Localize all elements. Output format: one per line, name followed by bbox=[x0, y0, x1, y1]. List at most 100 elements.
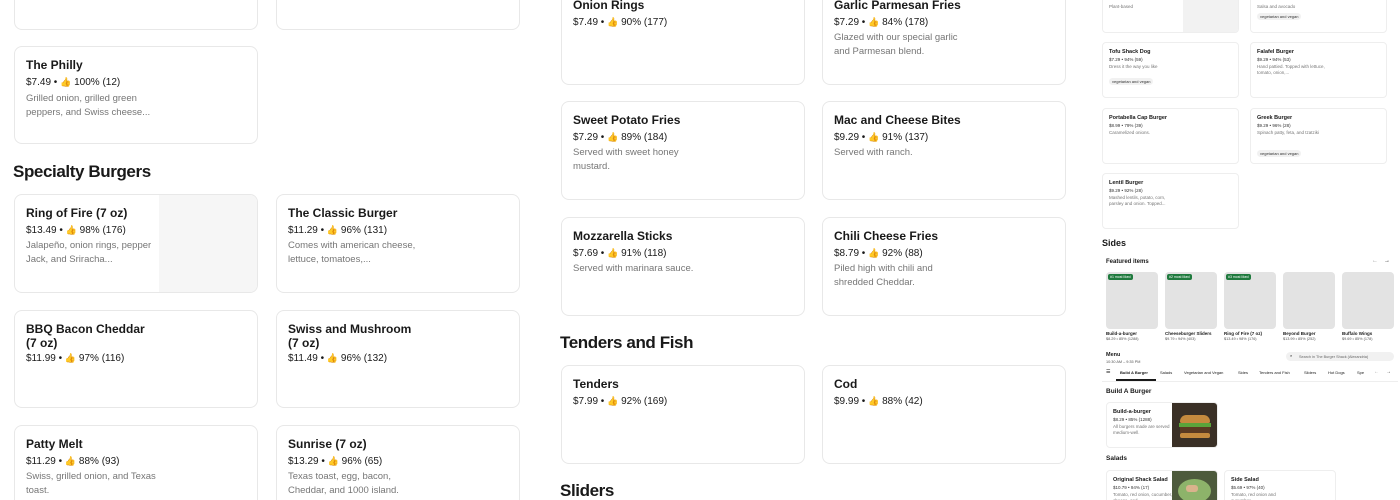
item-meta: $11.99 • 👍 97% (116) bbox=[26, 353, 125, 364]
menu-item-card[interactable]: Onion Rings $7.49 • 👍 90% (177) bbox=[561, 0, 805, 85]
mini-item-title: Tofu Shack Dog bbox=[1109, 49, 1151, 55]
search-icon: ⌕ bbox=[1290, 353, 1293, 358]
featured-item-image[interactable] bbox=[1342, 272, 1394, 329]
featured-item-image[interactable] bbox=[1283, 272, 1335, 329]
mini-item-desc: Plant-based bbox=[1109, 4, 1134, 9]
item-title: Garlic Parmesan Fries bbox=[834, 0, 961, 12]
diet-badge: vegetarian and vegan bbox=[1109, 78, 1154, 85]
item-meta: $13.49 • 👍 98% (176) bbox=[26, 225, 126, 236]
featured-item-image[interactable]: #2 most liked bbox=[1165, 272, 1217, 329]
featured-item-image[interactable]: #1 most liked bbox=[1106, 272, 1158, 329]
mini-item-meta: $7.29 • 94% (59) bbox=[1109, 57, 1143, 62]
item-meta: $7.69 • 👍 91% (118) bbox=[573, 248, 667, 259]
item-desc: Grilled onion, grilled green peppers, an… bbox=[26, 93, 151, 118]
mini-item-card[interactable]: Tofu Shack Dog $7.29 • 94% (59) Dress it… bbox=[1102, 42, 1239, 98]
item-title: Onion Rings bbox=[573, 0, 645, 12]
featured-item-meta: $8.29 • 85% (1288) bbox=[1106, 337, 1139, 341]
mini-item-title: Falafel Burger bbox=[1257, 49, 1294, 55]
mini-item-card[interactable]: Side Salad $5.69 • 97% (40) Tomato, red … bbox=[1224, 470, 1336, 500]
thumbs-up-icon: 👍 bbox=[868, 132, 880, 142]
item-title: Tenders bbox=[573, 377, 619, 391]
menu-item-card[interactable]: Mozzarella Sticks $7.69 • 👍 91% (118) Se… bbox=[561, 217, 805, 316]
menu-item-card[interactable]: Tenders $7.99 • 👍 92% (169) bbox=[561, 365, 805, 464]
tab-specials[interactable]: Spe bbox=[1357, 370, 1364, 375]
mini-item-title: Greek Burger bbox=[1257, 115, 1293, 121]
thumbs-up-icon: 👍 bbox=[327, 456, 339, 466]
menu-item-card[interactable]: The Classic Burger $11.29 • 👍 96% (131) … bbox=[276, 194, 520, 293]
salad-image bbox=[1172, 471, 1217, 500]
item-title: Sweet Potato Fries bbox=[573, 113, 681, 127]
menu-item-card[interactable]: Swiss and Mushroom (7 oz) $11.49 • 👍 96%… bbox=[276, 310, 520, 408]
mini-item-card[interactable]: Salsa and avocado vegetarian and vegan bbox=[1250, 0, 1387, 33]
menu-label: Menu bbox=[1106, 352, 1121, 358]
menu-item-card[interactable]: Sunrise (7 oz) $13.29 • 👍 96% (65) Texas… bbox=[276, 425, 520, 500]
mini-item-card[interactable]: Portabella Cap Burger $8.99 • 79% (39) C… bbox=[1102, 108, 1239, 164]
mini-item-title: Side Salad bbox=[1231, 477, 1259, 483]
tabs-left-arrow-icon[interactable]: ← bbox=[1374, 369, 1379, 376]
tab-salads[interactable]: Salads bbox=[1160, 370, 1172, 375]
tab-tenders-and-fish[interactable]: Tenders and Fish bbox=[1259, 370, 1290, 375]
item-desc: Comes with american cheese, lettuce, tom… bbox=[288, 240, 416, 265]
mini-sides-heading: Sides bbox=[1102, 238, 1127, 248]
tab-vegetarian-and-vegan[interactable]: Vegetarian and Vegan bbox=[1184, 370, 1223, 375]
tabs-right-arrow-icon[interactable]: → bbox=[1386, 369, 1391, 376]
featured-item-image[interactable]: #3 most liked bbox=[1224, 272, 1276, 329]
mini-item-card[interactable]: Build-a-burger $8.29 • 85% (1288) All bu… bbox=[1106, 402, 1218, 448]
menu-item-card[interactable]: Chili Cheese Fries $8.79 • 👍 92% (88) Pi… bbox=[822, 217, 1066, 316]
arrow-right-icon[interactable]: → bbox=[1384, 258, 1390, 265]
item-meta: $7.29 • 👍 84% (178) bbox=[834, 17, 929, 28]
mini-item-card[interactable]: Original Shack Salad $10.79 • 94% (17) T… bbox=[1106, 470, 1218, 500]
menu-item-card[interactable]: Sweet Potato Fries $7.29 • 👍 89% (184) S… bbox=[561, 101, 805, 200]
menu-search-input[interactable]: ⌕ Search in The Burger Shack (Alexandria… bbox=[1286, 352, 1394, 361]
diet-badge: vegetarian and vegan bbox=[1257, 13, 1302, 20]
menu-item-card[interactable]: BBQ Bacon Cheddar (7 oz) $11.99 • 👍 97% … bbox=[14, 310, 258, 408]
thumbs-up-icon: 👍 bbox=[64, 353, 77, 363]
menu-item-card[interactable]: Mac and Cheese Bites $9.29 • 👍 91% (137)… bbox=[822, 101, 1066, 200]
item-meta: $9.29 • 👍 91% (137) bbox=[834, 132, 929, 143]
menu-item-card[interactable] bbox=[14, 0, 258, 30]
section-heading-tenders-and-fish: Tenders and Fish bbox=[560, 333, 694, 352]
section-heading-sliders: Sliders bbox=[560, 481, 614, 500]
thumbs-up-icon: 👍 bbox=[607, 396, 619, 406]
mini-item-desc: Salsa and avocado bbox=[1257, 4, 1296, 9]
mini-item-meta: $9.29 • 94% (53) bbox=[1257, 57, 1291, 62]
mini-item-card[interactable]: Falafel Burger $9.29 • 94% (53) Hand pat… bbox=[1250, 42, 1387, 98]
mini-item-meta: $5.69 • 97% (40) bbox=[1231, 485, 1265, 490]
mini-item-title: Lentil Burger bbox=[1109, 180, 1144, 186]
menu-item-card[interactable]: Patty Melt $11.29 • 👍 88% (93) Swiss, gr… bbox=[14, 425, 258, 500]
arrow-left-icon[interactable]: ← bbox=[1372, 258, 1378, 265]
item-title: Ring of Fire (7 oz) bbox=[26, 206, 128, 220]
featured-tag: #2 most liked bbox=[1167, 274, 1192, 280]
burger-image bbox=[1172, 403, 1217, 447]
item-meta: $8.79 • 👍 92% (88) bbox=[834, 248, 923, 259]
featured-tag: #1 most liked bbox=[1108, 274, 1133, 280]
item-desc: Served with sweet honey mustard. bbox=[573, 147, 679, 172]
item-meta: $11.29 • 👍 96% (131) bbox=[288, 225, 388, 236]
mini-item-card[interactable]: Lentil Burger $9.29 • 92% (28) Mashed le… bbox=[1102, 173, 1239, 229]
thumbs-up-icon: 👍 bbox=[326, 353, 339, 363]
thumbs-up-icon: 👍 bbox=[607, 17, 619, 27]
mini-item-card[interactable]: Greek Burger $9.29 • 96% (28) Spinach pa… bbox=[1250, 108, 1387, 164]
menu-item-card[interactable]: Cod $9.99 • 👍 88% (42) bbox=[822, 365, 1066, 464]
menu-item-card[interactable]: Garlic Parmesan Fries $7.29 • 👍 84% (178… bbox=[822, 0, 1066, 85]
item-desc: Swiss, grilled onion, and Texas toast. bbox=[26, 471, 156, 496]
item-desc: Served with ranch. bbox=[834, 147, 913, 158]
item-title: Swiss and Mushroom (7 oz) bbox=[288, 322, 412, 350]
thumbs-up-icon: 👍 bbox=[868, 248, 880, 258]
item-title: Cod bbox=[834, 377, 858, 391]
mini-item-desc: All burgers made are served medium-well. bbox=[1113, 424, 1170, 435]
menu-item-card[interactable] bbox=[276, 0, 520, 30]
tab-hot-dogs[interactable]: Hot Dogs bbox=[1328, 370, 1345, 375]
item-title: Mac and Cheese Bites bbox=[834, 113, 961, 127]
tab-sides[interactable]: Sides bbox=[1238, 370, 1248, 375]
tab-sliders[interactable]: Sliders bbox=[1304, 370, 1316, 375]
menu-list-icon[interactable]: ☰ bbox=[1106, 369, 1110, 376]
item-title: The Philly bbox=[26, 58, 83, 72]
mini-item-meta: $10.79 • 94% (17) bbox=[1113, 485, 1150, 490]
menu-item-card[interactable]: Ring of Fire (7 oz) $13.49 • 👍 98% (176)… bbox=[14, 194, 258, 293]
tabs-divider bbox=[1102, 381, 1398, 382]
mini-item-card[interactable]: Plant-based bbox=[1102, 0, 1239, 33]
mini-item-meta: $9.29 • 96% (28) bbox=[1257, 123, 1291, 128]
tab-build-a-burger[interactable]: Build A Burger bbox=[1120, 370, 1148, 375]
menu-item-card[interactable]: The Philly $7.49 • 👍 100% (12) Grilled o… bbox=[14, 46, 258, 144]
